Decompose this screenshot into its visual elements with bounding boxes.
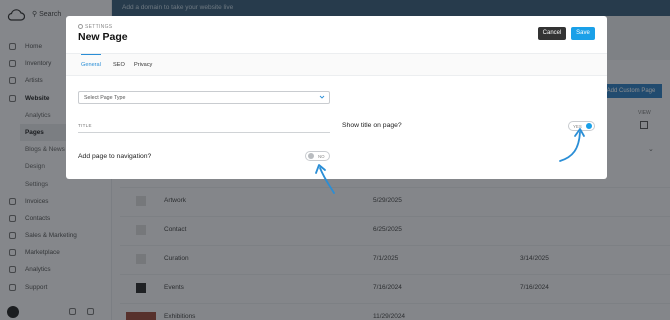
tab-privacy[interactable]: Privacy [134, 54, 152, 76]
annotation-arrow-icon [559, 128, 585, 162]
toggle-knob [308, 153, 314, 159]
show-title-question: Show title on page? [342, 122, 402, 129]
new-page-modal: SETTINGS New Page Cancel Save General SE… [66, 16, 607, 179]
gear-icon [78, 24, 83, 29]
settings-label: SETTINGS [78, 24, 112, 30]
modal-header: SETTINGS New Page Cancel Save [66, 16, 607, 53]
add-to-nav-question: Add page to navigation? [78, 153, 152, 160]
chevron-down-icon [319, 95, 325, 99]
cancel-button[interactable]: Cancel [538, 27, 566, 40]
title-field-label: TITLE [78, 123, 92, 128]
title-field[interactable] [78, 132, 330, 133]
modal-title: New Page [78, 31, 128, 43]
tab-seo[interactable]: SEO [113, 54, 125, 76]
modal-tabs: General SEO Privacy [66, 53, 607, 76]
save-button[interactable]: Save [571, 27, 595, 40]
page-type-select[interactable]: Select Page Type [78, 91, 330, 104]
toggle-label: NO [318, 153, 325, 159]
settings-text: SETTINGS [85, 24, 113, 30]
page-type-placeholder: Select Page Type [84, 95, 126, 101]
tab-general[interactable]: General [81, 54, 101, 76]
annotation-arrow-icon [315, 164, 335, 194]
